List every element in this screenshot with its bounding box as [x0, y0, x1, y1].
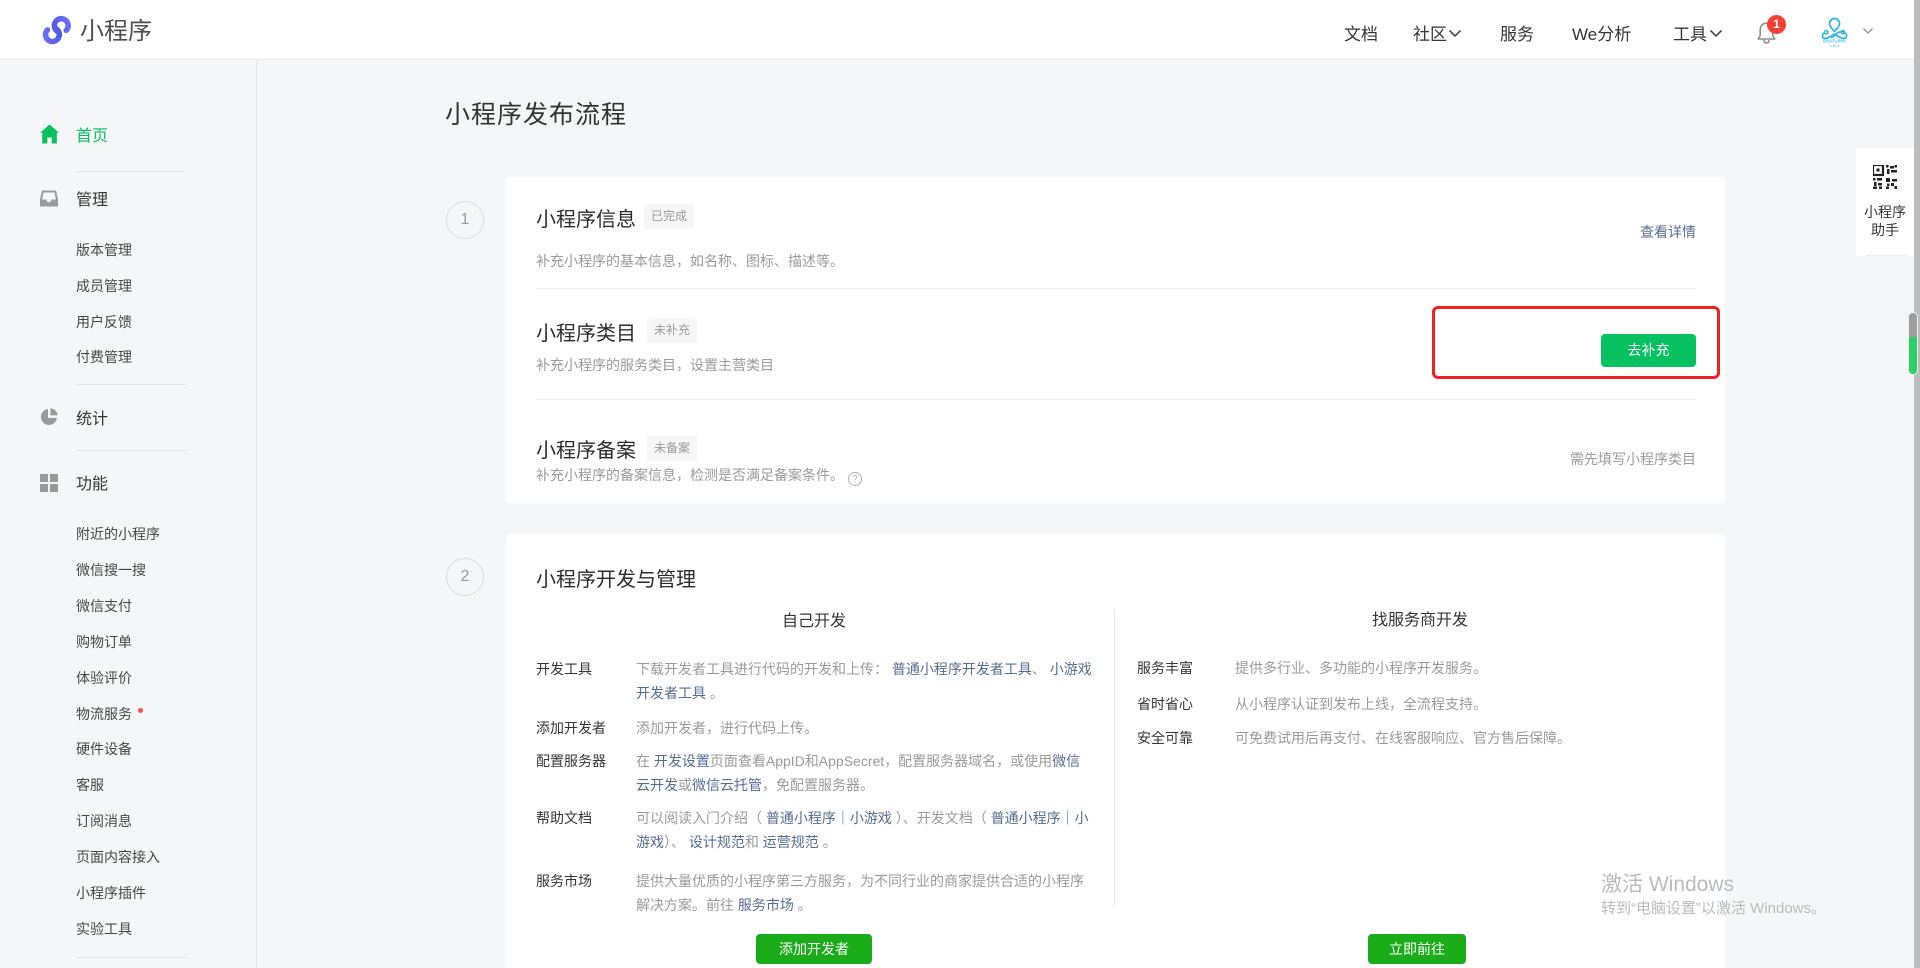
svg-text:to keep: to keep	[1830, 44, 1840, 48]
